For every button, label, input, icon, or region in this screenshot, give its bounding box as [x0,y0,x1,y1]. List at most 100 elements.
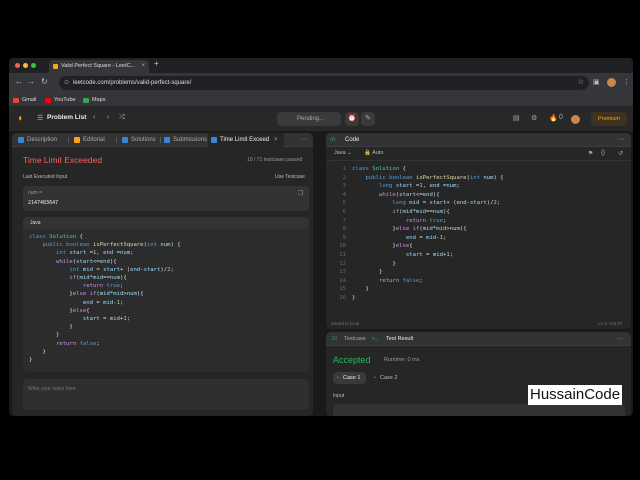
list-icon[interactable]: ☰ [37,114,43,122]
bookmark-star-icon[interactable]: ☆ [578,76,584,90]
tab-editorial[interactable]: Editorial [74,133,105,147]
youtube-icon [45,98,51,103]
pending-button[interactable]: Pending... [277,112,341,126]
reset-icon[interactable]: ↺ [618,150,623,157]
code-panel: ‹/› Code ⋯ Java ⌄ 🔒 Auto ⚑ {} ↺ 1 2 3 4 5… [326,133,631,329]
submitted-code-box: Java class Solution { public boolean isP… [23,217,309,372]
problem-panel: Description Editorial Solutions Submissi… [12,133,313,416]
streak-icon[interactable]: 🔥 [549,114,558,122]
tab-close-icon[interactable]: × [141,60,145,73]
forward-icon[interactable]: → [27,77,35,86]
pending-label: Pending... [297,116,325,122]
prev-problem-icon[interactable]: ‹ [93,114,95,121]
clock-icon [211,137,217,143]
panel-more-icon[interactable]: ⋯ [301,133,307,147]
minimize-window-dot[interactable] [23,63,28,68]
browser-window: Valid Perfect Square - LeetC... × + ← → … [9,58,633,416]
gmail-icon [13,98,19,103]
dot-icon: • [337,375,339,381]
input-label: Input [333,393,345,399]
shuffle-icon[interactable]: ⤮ [119,114,125,122]
case-1-tab[interactable]: • Case 1 [333,372,367,384]
result-status: Accepted [333,355,371,365]
address-bar[interactable]: ⊙ leetcode.com/problems/valid-perfect-sq… [59,76,589,90]
cursor-position: Ln 3, Col 27 [598,321,623,326]
input-param-label: num = [28,190,43,196]
testcases-passed: 10 / 71 testcases passed [247,157,303,163]
submissions-icon [164,137,170,143]
tab-solutions[interactable]: Solutions [122,133,156,147]
tab-close-icon[interactable]: × [274,133,278,147]
runtime-label: Runtime: 0 ms [384,357,420,363]
case-2-tab[interactable]: • Case 2 [370,372,403,384]
leetcode-logo-icon[interactable]: ◖ [17,113,27,125]
tab-testcase[interactable]: ☑ Testcase [332,332,366,346]
notes-button[interactable]: ✎ [361,112,375,126]
tab-separator [68,137,69,143]
sidebar-icon[interactable]: ▣ [593,78,601,86]
maps-icon [83,98,89,103]
browser-tab[interactable]: Valid Perfect Square - LeetC... × [49,60,149,73]
streak-count: 0 [559,114,563,121]
debug-button[interactable]: ⏰ [345,112,359,126]
watermark: HussainCode [528,385,623,405]
notes-input[interactable]: Write your notes here [23,379,309,410]
description-icon [18,137,24,143]
bookmark-icon[interactable]: ⚑ [588,150,593,157]
auto-toggle[interactable]: 🔒 Auto [364,150,383,156]
address-row: ← → ↻ ⊙ leetcode.com/problems/valid-perf… [9,73,633,93]
code-panel-header: ‹/› Code ⋯ [326,133,631,147]
line-numbers: 1 2 3 4 5 6 7 8 9 10 11 12 13 14 15 16 [339,166,346,301]
bookmarks-bar: Gmail YouTube Maps [9,93,633,107]
url-text: leetcode.com/problems/valid-perfect-squa… [73,80,192,86]
result-status: Time Limit Exceeded [23,155,103,165]
code-editor[interactable]: class Solution { public boolean isPerfec… [352,165,504,303]
leetcode-header: ◖ ☰ Problem List ‹ › ⤮ Pending... ⏰ ✎ ▤ … [9,107,633,131]
tab-submissions[interactable]: Submissions [164,133,207,147]
next-problem-icon[interactable]: › [107,114,109,121]
profile-avatar[interactable] [607,78,616,87]
layout-icon[interactable]: ▤ [513,114,520,122]
editorial-icon [74,137,80,143]
bookmark-youtube[interactable]: YouTube [45,95,76,105]
editor-toolbar: Java ⌄ 🔒 Auto ⚑ {} ↺ [326,147,631,161]
tab-separator [116,137,117,143]
problem-tabs: Description Editorial Solutions Submissi… [12,133,313,147]
panel-more-icon[interactable]: ⋯ [618,136,624,143]
close-window-dot[interactable] [15,63,20,68]
new-tab-button[interactable]: + [154,59,159,68]
panel-more-icon[interactable]: ⋯ [618,332,624,346]
tab-time-limit-exceeded[interactable]: Time Limit Exceed [208,133,284,147]
check-box-icon: ☑ [332,336,337,342]
tab-description[interactable]: Description [18,133,57,147]
terminal-icon: >_ [372,336,379,342]
settings-icon[interactable]: ⚙ [531,114,537,122]
code-language-label: Java [23,217,309,229]
problem-list-link[interactable]: Problem List [47,114,86,121]
last-executed-input-label: Last Executed Input [23,174,68,180]
zoom-window-dot[interactable] [31,63,36,68]
format-icon[interactable]: {} [601,150,605,156]
language-select[interactable]: Java ⌄ [334,150,352,156]
bookmark-gmail[interactable]: Gmail [13,95,36,105]
input-param-value: 2147483647 [28,200,59,206]
premium-button[interactable]: Premium [591,112,627,126]
tab-test-result[interactable]: >_ Test Result [372,332,413,346]
site-info-icon[interactable]: ⊙ [64,76,69,90]
code-tab[interactable]: ‹/› Code [330,133,359,147]
leetcode-favicon-icon [53,64,58,69]
tab-strip: Valid Perfect Square - LeetC... × + [9,58,633,73]
use-testcase-button[interactable]: Use Testcase [267,174,305,180]
reload-icon[interactable]: ↻ [41,77,48,86]
user-avatar[interactable] [571,115,580,124]
menu-icon[interactable]: ⋮ [623,78,631,86]
input-value-box: num = 2147483647 ❐ [23,186,309,211]
submitted-code: class Solution { public boolean isPerfec… [29,234,181,364]
solutions-icon [122,137,128,143]
back-icon[interactable]: ← [15,77,23,86]
result-tabs: ☑ Testcase >_ Test Result ⋯ [326,332,631,346]
tab-separator [160,137,161,143]
tab-title: Valid Perfect Square - LeetC... [61,63,136,69]
bookmark-maps[interactable]: Maps [83,95,105,105]
copy-icon[interactable]: ❐ [298,190,303,197]
